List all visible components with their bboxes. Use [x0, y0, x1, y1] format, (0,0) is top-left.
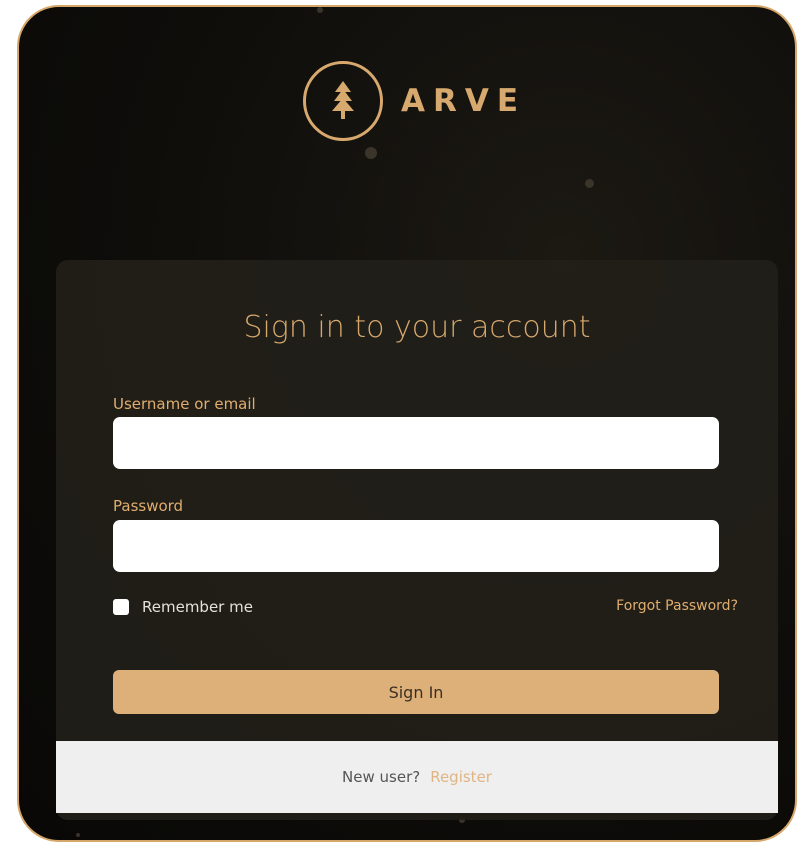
login-card: Sign in to your account Username or emai…: [56, 260, 778, 820]
new-user-text: New user?: [342, 768, 421, 786]
brand-logo: ARVE: [303, 55, 526, 147]
register-footer: New user? Register: [56, 741, 778, 813]
username-input[interactable]: [113, 417, 719, 469]
tree-icon: [303, 61, 383, 141]
brand-name: ARVE: [401, 83, 527, 119]
password-label: Password: [113, 497, 184, 515]
background-dot: [76, 833, 80, 837]
register-link[interactable]: Register: [430, 768, 492, 786]
remember-me[interactable]: Remember me: [113, 598, 253, 616]
password-input[interactable]: [113, 520, 719, 572]
device-frame: ARVE Sign in to your account Username or…: [17, 5, 797, 842]
page-title: Sign in to your account: [243, 310, 591, 345]
remember-checkbox[interactable]: [113, 599, 129, 615]
sign-in-button[interactable]: Sign In: [113, 670, 719, 714]
background-dot: [365, 147, 377, 159]
remember-label: Remember me: [142, 598, 253, 616]
background-dot: [585, 179, 594, 188]
background-dot: [317, 7, 323, 13]
username-label: Username or email: [113, 395, 256, 413]
forgot-password-link[interactable]: Forgot Password?: [616, 598, 738, 614]
